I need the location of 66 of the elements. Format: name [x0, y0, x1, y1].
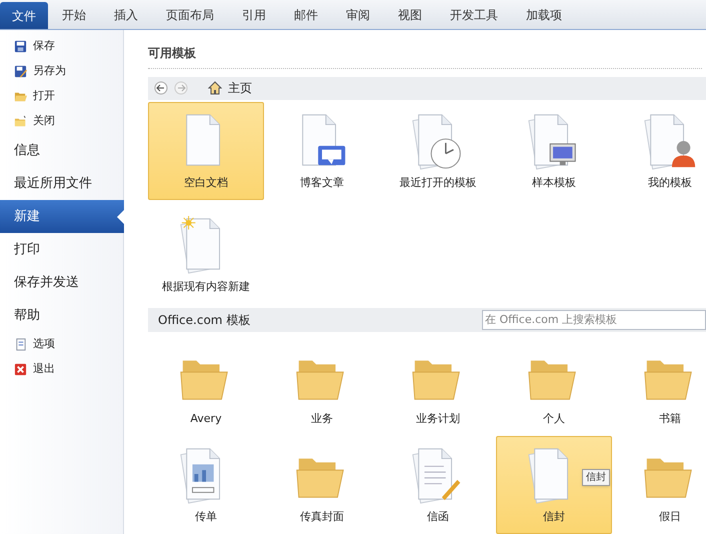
section-heading: 可用模板: [148, 44, 702, 69]
tile-label: 传真封面: [300, 509, 344, 525]
ribbon-tab[interactable]: 引用: [228, 0, 280, 29]
floppy-pen-icon: [14, 65, 27, 78]
tile-label: 业务计划: [416, 411, 460, 427]
tile-label: Avery: [190, 411, 222, 427]
tile-label: 样本模板: [532, 174, 576, 191]
template-tile[interactable]: 业务: [264, 338, 380, 436]
ribbon-tab[interactable]: 开发工具: [436, 0, 512, 29]
tile-label: 业务: [311, 411, 333, 427]
template-tile[interactable]: 传单: [148, 436, 264, 534]
template-tile[interactable]: 样本模板: [496, 102, 612, 200]
tile-label: 书籍: [659, 411, 681, 427]
tooltip: 信封: [582, 469, 610, 486]
template-tile[interactable]: 最近打开的模板: [380, 102, 496, 200]
tile-label: 个人: [543, 411, 565, 427]
back-icon[interactable]: [154, 81, 168, 96]
menu-command[interactable]: 退出: [0, 357, 123, 382]
menu-tab[interactable]: 新建: [0, 200, 124, 233]
search-field[interactable]: 在 Office.com 上搜索模板: [482, 310, 706, 330]
template-tile[interactable]: 个人: [496, 338, 612, 436]
tile-label: 博客文章: [300, 174, 344, 191]
tile-label: 信函: [427, 509, 449, 525]
ribbon-tab[interactable]: 邮件: [280, 0, 332, 29]
template-tile[interactable]: 书籍: [612, 338, 706, 436]
menu-command[interactable]: 选项: [0, 332, 123, 357]
template-tile[interactable]: 信封 信封: [496, 436, 612, 534]
tile-label: 假日: [659, 509, 681, 525]
tile-label: 最近打开的模板: [400, 174, 476, 191]
template-tile[interactable]: 我的模板: [612, 102, 706, 200]
close-icon: [14, 363, 27, 376]
ribbon-tab[interactable]: 视图: [384, 0, 436, 29]
template-tile[interactable]: 信函: [380, 436, 496, 534]
home-icon[interactable]: [208, 81, 222, 96]
menu-tab[interactable]: 信息: [0, 134, 123, 167]
ribbon-tab[interactable]: 插入: [100, 0, 152, 29]
template-tile[interactable]: 传真封面: [264, 436, 380, 534]
template-tile[interactable]: 博客文章: [264, 102, 380, 200]
breadcrumb-link[interactable]: 主页: [228, 79, 252, 98]
menu-tab[interactable]: 保存并发送: [0, 266, 123, 299]
template-tile[interactable]: Avery: [148, 338, 264, 436]
menu-command[interactable]: 另存为: [0, 59, 123, 84]
ribbon-tab[interactable]: 文件: [0, 2, 48, 29]
tile-label: 信封: [543, 509, 565, 525]
template-tile[interactable]: 业务计划: [380, 338, 496, 436]
menu-command[interactable]: 保存: [0, 34, 123, 59]
tile-label: 空白文档: [184, 174, 228, 191]
tile-label: 我的模板: [648, 174, 692, 191]
document-icon: [14, 338, 27, 351]
tile-label: 传单: [195, 509, 217, 525]
menu-command[interactable]: 关闭: [0, 109, 123, 134]
menu-tab[interactable]: 帮助: [0, 299, 123, 332]
tile-label: 根据现有内容新建: [162, 278, 250, 295]
folder-icon: [14, 115, 27, 128]
ribbon-tab[interactable]: 开始: [48, 0, 100, 29]
ribbon-tab[interactable]: 页面布局: [152, 0, 228, 29]
menu-tab[interactable]: 打印: [0, 233, 123, 266]
ribbon-tab[interactable]: 加载项: [512, 0, 576, 29]
template-tile[interactable]: 根据现有内容新建: [148, 206, 264, 304]
template-tile[interactable]: 假日: [612, 436, 706, 534]
menu-command[interactable]: 打开: [0, 84, 123, 109]
open-folder-icon: [14, 90, 27, 103]
ribbon-tab[interactable]: 审阅: [332, 0, 384, 29]
section-heading: Office.com 模板: [158, 312, 250, 329]
menu-tab[interactable]: 最近所用文件: [0, 167, 123, 200]
template-tile[interactable]: 空白文档: [148, 102, 264, 200]
